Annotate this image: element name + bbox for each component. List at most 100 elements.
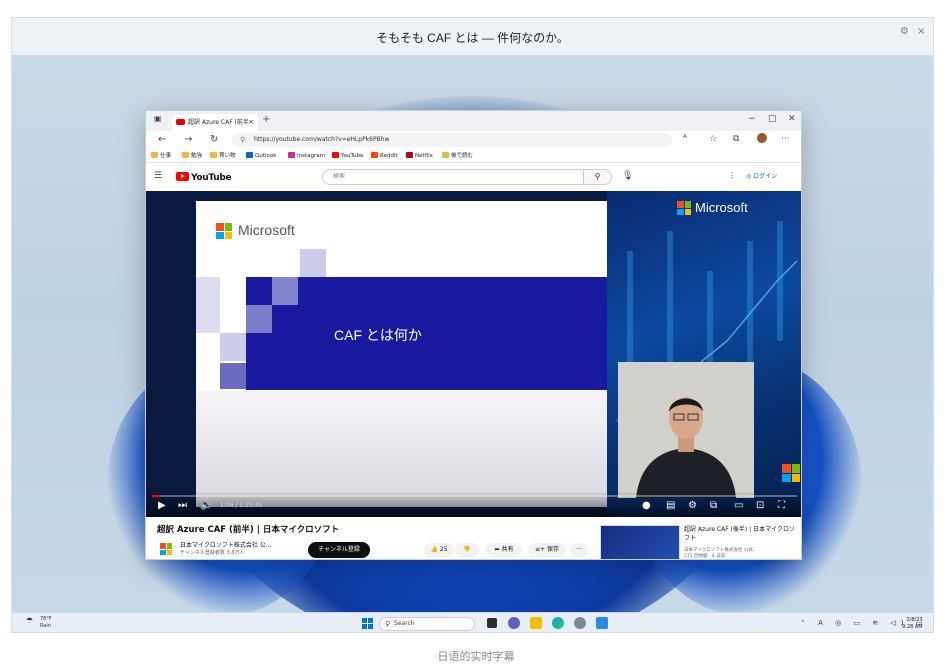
video-title: 超訳 Azure CAF (前半) | 日本マイクロソフト xyxy=(157,525,340,535)
clock-date: 2/8/23 xyxy=(906,617,923,623)
teams-chat-icon[interactable] xyxy=(508,617,520,629)
youtube-logo[interactable]: YouTube xyxy=(176,172,232,183)
screen-frame: そもそも CAF とは — 件何なのか。 ⚙ × ▣ 超訳 Azure CAF … xyxy=(11,17,934,633)
forward-icon[interactable]: → xyxy=(184,134,192,145)
favorite-star-icon[interactable]: ☆ xyxy=(709,134,717,144)
read-aloud-icon[interactable]: ᴬ xyxy=(683,134,687,144)
tab-close-icon[interactable]: × xyxy=(248,114,254,131)
favorite-3[interactable]: Outlook xyxy=(246,149,276,163)
presenter-figure xyxy=(618,362,754,498)
youtube-favicon-icon xyxy=(176,119,185,125)
favorite-label: 勉強 xyxy=(191,153,203,159)
search-icon: ⚲ xyxy=(385,620,391,628)
settings-icon[interactable] xyxy=(574,617,586,629)
favorite-label: Outlook xyxy=(255,153,277,159)
favorite-2[interactable]: 買い物 xyxy=(210,149,236,163)
clock[interactable]: 2/8/23 9:28 AM xyxy=(902,617,923,631)
favorite-folder-icon xyxy=(332,152,339,158)
figure-caption: 日语的实时字幕 xyxy=(437,650,515,663)
favorite-label: 後で読む xyxy=(451,153,474,159)
weather-temp: 78°F xyxy=(40,616,52,622)
favorite-7[interactable]: Netflix xyxy=(406,149,433,163)
volume-icon[interactable]: 🔊 xyxy=(200,500,212,511)
caption-settings-icon[interactable]: ⚙ xyxy=(900,26,909,37)
favorite-4[interactable]: Instagram xyxy=(288,149,325,163)
share-label: 共有 xyxy=(501,546,514,553)
collections-icon[interactable]: ⧉ xyxy=(733,134,739,144)
more-menu-icon[interactable]: ··· xyxy=(781,134,790,144)
windows-taskbar: ☂ 78°F Rain ⚲ Search ⌃ A ◎ ▭ ≋ ◁) ▭ 2/8/23 9… xyxy=(12,612,933,632)
store-icon[interactable] xyxy=(596,617,608,629)
taskbar-search[interactable]: ⚲ Search xyxy=(379,617,475,631)
next-icon[interactable]: ⏭ xyxy=(178,500,187,511)
settings-gear-icon[interactable]: ⚙ xyxy=(688,500,697,511)
save-button[interactable]: ≡+ 保存 xyxy=(528,543,566,557)
start-button-icon[interactable] xyxy=(362,618,373,629)
favorite-5[interactable]: YouTube xyxy=(332,149,363,163)
player-controls: ▶ ⏭ 🔊 1:04 / 1:25:45 ● ▤ ⚙ ⧉ ▭ ⊡ ⛶ xyxy=(146,491,801,517)
time-display: 1:04 / 1:25:45 xyxy=(220,502,263,509)
tab-youtube[interactable]: 超訳 Azure CAF (前半 × xyxy=(172,114,258,131)
login-button[interactable]: ◎ ログイン xyxy=(746,169,777,185)
youtube-search-input[interactable]: 検索 xyxy=(322,169,584,185)
file-explorer-icon[interactable] xyxy=(530,617,542,629)
favorite-0[interactable]: 仕事 xyxy=(151,149,171,163)
taskbar-search-label: Search xyxy=(394,620,415,627)
autoplay-toggle-icon[interactable]: ● xyxy=(642,500,651,511)
thumbs-up-icon: 👍 xyxy=(430,546,440,553)
clock-time: 9:28 AM xyxy=(902,624,923,630)
presentation-slide: Microsoft CAF とは何か xyxy=(196,201,607,507)
microsoft-corner-logo-icon xyxy=(782,464,800,482)
favorite-6[interactable]: Reddit xyxy=(371,149,398,163)
favorite-folder-icon xyxy=(210,152,217,158)
dislike-button[interactable]: 👎 xyxy=(455,543,479,557)
url-field[interactable]: ⚲ https://youtube.com/watch?v=eHLpPk6PBh… xyxy=(232,133,672,147)
video-player[interactable]: Microsoft Microsoft CAF とは何か ▶ ⏭ 🔊 1:04 … xyxy=(146,191,801,517)
favorite-8[interactable]: 後で読む xyxy=(442,149,473,163)
cast-icon[interactable]: ⊡ xyxy=(756,500,764,511)
minimize-button[interactable]: − xyxy=(748,114,756,124)
edge-browser-window: ▣ 超訳 Azure CAF (前半 × + − ▢ ✕ ← → ↻ ⚲ htt… xyxy=(145,110,802,560)
stage-brand: Microsoft xyxy=(695,200,748,215)
profile-avatar[interactable] xyxy=(757,133,767,143)
site-info-icon: ⚲ xyxy=(240,136,246,144)
youtube-play-logo-icon xyxy=(176,172,189,181)
settings-dots-icon[interactable]: ⋮ xyxy=(728,171,736,180)
favorite-folder-icon xyxy=(151,152,158,158)
hamburger-menu-icon[interactable]: ☰ xyxy=(154,171,162,181)
edge-icon[interactable] xyxy=(552,617,564,629)
favorite-1[interactable]: 勉強 xyxy=(182,149,202,163)
address-bar-row: ← → ↻ ⚲ https://youtube.com/watch?v=eHLp… xyxy=(146,131,801,149)
share-button[interactable]: ➦ 共有 xyxy=(486,543,522,557)
channel-name[interactable]: 日本マイクロソフト株式会社 公... xyxy=(180,540,272,549)
subscribe-button[interactable]: チャンネル登録 xyxy=(308,542,370,558)
caption-close-icon[interactable]: × xyxy=(917,26,925,37)
close-window-button[interactable]: ✕ xyxy=(788,114,796,124)
tab-actions-icon[interactable]: ▣ xyxy=(154,114,162,123)
microphone-icon[interactable]: 🎙 xyxy=(622,171,633,181)
theater-mode-icon[interactable]: ▭ xyxy=(734,500,743,511)
progress-bar[interactable] xyxy=(152,495,797,497)
weather-widget[interactable]: ☂ 78°F Rain xyxy=(26,616,52,630)
favorite-label: Netflix xyxy=(415,153,433,159)
related-video-title[interactable]: 超訳 Azure CAF (後半) | 日本マイクロソフト xyxy=(684,525,796,543)
like-button[interactable]: 👍 25 xyxy=(424,543,454,557)
youtube-header: ☰ YouTube 検索 ⚲ 🎙 ⋮ ◎ ログイン xyxy=(146,163,801,191)
task-view-icon[interactable] xyxy=(487,618,497,628)
refresh-icon[interactable]: ↻ xyxy=(210,134,218,145)
channel-avatar[interactable] xyxy=(160,543,172,555)
related-video-thumbnail[interactable] xyxy=(600,525,680,559)
slide-decor-square xyxy=(246,305,272,333)
more-actions-button[interactable]: ··· xyxy=(570,543,588,557)
back-icon[interactable]: ← xyxy=(158,134,166,145)
search-icon[interactable]: ⚲ xyxy=(584,169,612,185)
live-caption-bar: そもそも CAF とは — 件何なのか。 ⚙ × xyxy=(12,18,933,56)
subscriber-count: チャンネル登録者数 3.8万人 xyxy=(180,550,245,556)
slide-bottom-gradient xyxy=(196,391,607,507)
miniplayer-icon[interactable]: ⧉ xyxy=(710,500,717,511)
play-icon[interactable]: ▶ xyxy=(158,500,166,511)
subtitles-icon[interactable]: ▤ xyxy=(666,500,675,511)
maximize-button[interactable]: ▢ xyxy=(768,114,777,124)
fullscreen-icon[interactable]: ⛶ xyxy=(778,500,785,511)
new-tab-button[interactable]: + xyxy=(262,114,270,125)
